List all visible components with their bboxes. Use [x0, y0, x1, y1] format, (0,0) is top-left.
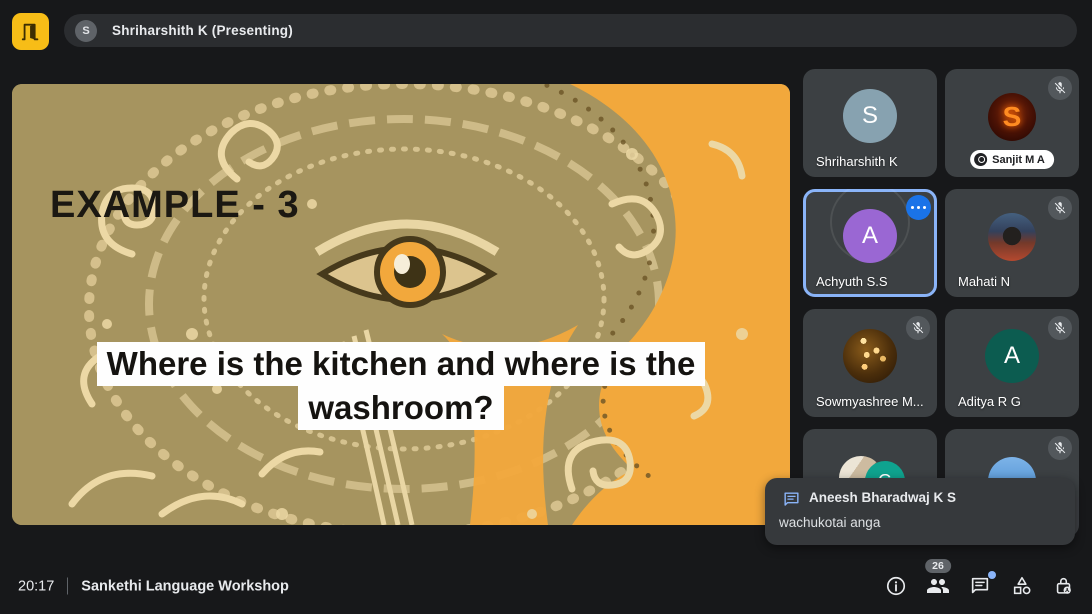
slide-question-line2: washroom? [298, 386, 503, 430]
chat-toast-sender: Aneesh Bharadwaj K S [809, 490, 956, 505]
participant-tile-shriharshith[interactable]: S Shriharshith K [803, 69, 937, 177]
people-icon [926, 574, 950, 598]
activities-button[interactable] [1010, 574, 1034, 598]
chat-icon [782, 490, 801, 509]
slide-question: Where is the kitchen and where is the wa… [12, 342, 790, 430]
avatar: S [988, 93, 1036, 141]
participant-tile-aditya[interactable]: A Aditya R G [945, 309, 1079, 417]
chat-toast-message: wachukotai anga [779, 515, 880, 530]
participant-tile-sanjit[interactable]: S Sanjit M A [945, 69, 1079, 177]
mic-off-icon [1053, 321, 1067, 335]
chat-panel-button[interactable] [968, 574, 992, 598]
participant-name: Sowmyashree M... [816, 394, 924, 409]
mic-off-icon [1053, 81, 1067, 95]
meeting-info: 20:17 Sankethi Language Workshop [18, 578, 289, 595]
mic-muted-badge [906, 316, 930, 340]
avatar-photo [988, 213, 1036, 261]
divider [67, 578, 68, 595]
participant-name: Mahati N [958, 274, 1010, 289]
mic-muted-badge [1048, 316, 1072, 340]
people-panel-button[interactable]: 26 [926, 574, 950, 598]
participant-name: Achyuth S.S [816, 274, 888, 289]
mic-muted-badge [1048, 196, 1072, 220]
extension-logo[interactable] [12, 13, 49, 50]
participant-tile-achyuth[interactable]: A Achyuth S.S [803, 189, 937, 297]
meeting-details-button[interactable] [884, 574, 908, 598]
participant-name: Shriharshith K [816, 154, 898, 169]
participants-count-badge: 26 [925, 559, 951, 573]
info-icon [885, 575, 907, 597]
slide-ornament-background [12, 84, 790, 525]
avatar: A [985, 329, 1039, 383]
avatar: S [843, 89, 897, 143]
participants-grid: S Shriharshith K S Sanjit M A A Achyuth … [803, 69, 1079, 537]
slide-question-line1: Where is the kitchen and where is the [97, 342, 706, 386]
avatar: A [843, 209, 897, 263]
participant-name: Aditya R G [958, 394, 1021, 409]
chat-unread-dot [988, 571, 996, 579]
tile-more-options-button[interactable] [906, 195, 931, 220]
presentation-stage: EXAMPLE - 3 Where is the kitchen and whe… [12, 84, 790, 525]
host-controls-button[interactable] [1052, 574, 1076, 598]
bottom-bar: 20:17 Sankethi Language Workshop CC [0, 558, 1092, 614]
meeting-name: Sankethi Language Workshop [81, 578, 289, 594]
mic-off-icon [1053, 441, 1067, 455]
door-icon [20, 21, 42, 43]
participant-tile-mahati[interactable]: Mahati N [945, 189, 1079, 297]
mic-off-icon [1053, 201, 1067, 215]
mic-muted-badge [1048, 436, 1072, 460]
panel-buttons: 26 [884, 574, 1076, 598]
pill-avatar-icon [974, 153, 987, 166]
clock-time: 20:17 [18, 578, 54, 594]
meet-window: S Shriharshith K (Presenting) [0, 0, 1092, 614]
avatar-photo [843, 329, 897, 383]
participant-name-pill: Sanjit M A [970, 150, 1054, 169]
presenter-label: Shriharshith K (Presenting) [112, 23, 293, 38]
chat-notification-toast[interactable]: Aneesh Bharadwaj K S wachukotai anga [765, 478, 1075, 545]
presenter-banner: S Shriharshith K (Presenting) [64, 14, 1077, 47]
mic-off-icon [911, 321, 925, 335]
mic-muted-badge [1048, 76, 1072, 100]
participant-tile-sowmyashree[interactable]: Sowmyashree M... [803, 309, 937, 417]
activities-shapes-icon [1011, 575, 1033, 597]
presenter-avatar: S [75, 20, 97, 42]
lock-person-icon [1053, 575, 1075, 597]
chat-icon [969, 575, 991, 597]
slide-title: EXAMPLE - 3 [50, 184, 300, 227]
